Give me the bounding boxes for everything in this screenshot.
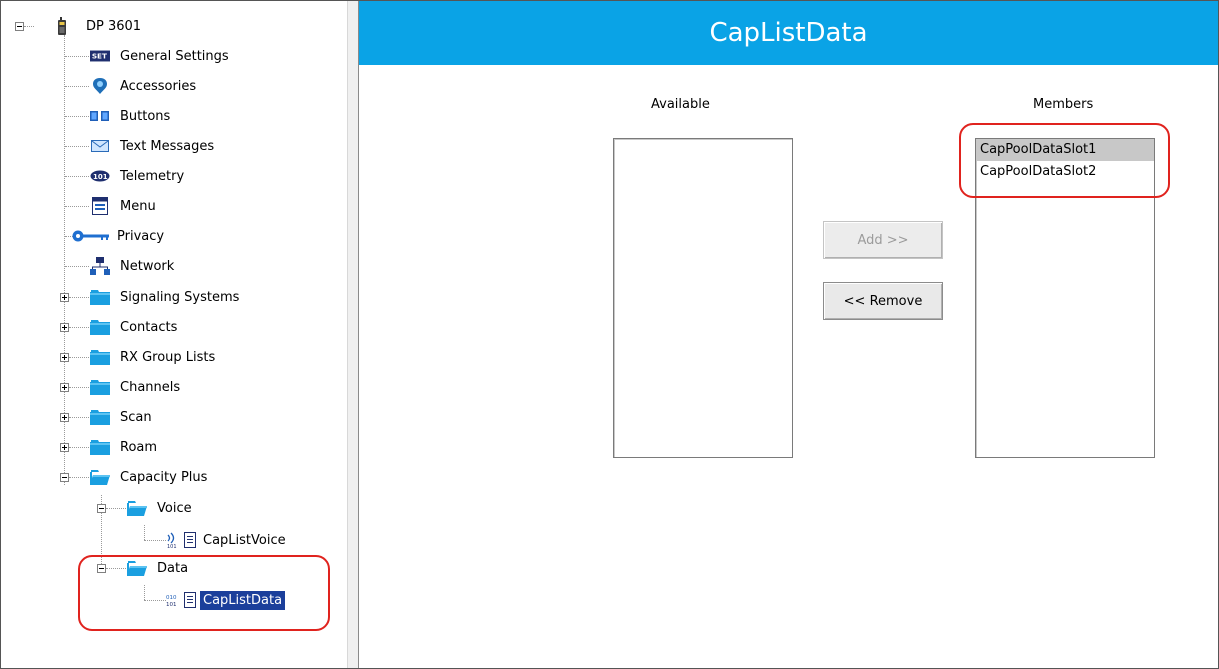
remove-button[interactable]: << Remove xyxy=(823,282,943,320)
tree-line xyxy=(69,357,89,358)
tree-item-telemetry[interactable]: 101 Telemetry xyxy=(90,165,187,187)
expand-toggle[interactable] xyxy=(60,413,69,422)
tree-line xyxy=(65,56,89,57)
folder-icon xyxy=(90,318,110,336)
svg-text:101: 101 xyxy=(93,173,108,181)
expand-toggle[interactable] xyxy=(60,293,69,302)
tree-root-dp3601[interactable]: DP 3601 xyxy=(55,15,144,37)
tree-item-label: Accessories xyxy=(120,78,197,94)
folder-icon xyxy=(90,408,110,426)
tree-item-label: General Settings xyxy=(120,48,229,64)
accessory-icon xyxy=(90,77,110,95)
tree-line xyxy=(69,417,89,418)
tree-folder-contacts[interactable]: Contacts xyxy=(90,316,180,338)
collapse-toggle[interactable] xyxy=(97,504,106,513)
tree-item-general-settings[interactable]: SET General Settings xyxy=(90,45,232,67)
members-label: Members xyxy=(1033,97,1094,112)
remove-button-label: << Remove xyxy=(843,293,923,309)
content-pane: CapListData Available Members Add >> << … xyxy=(359,1,1218,668)
set-icon: SET xyxy=(90,47,110,65)
tree-root-label: DP 3601 xyxy=(86,18,142,34)
tree-line xyxy=(144,525,145,540)
key-icon xyxy=(71,227,111,245)
tree-line xyxy=(69,477,89,478)
tree-line xyxy=(65,266,89,267)
svg-text:SET: SET xyxy=(92,52,107,61)
tree-folder-label: RX Group Lists xyxy=(120,349,216,365)
tree-item-privacy[interactable]: Privacy xyxy=(71,225,167,247)
tree-line xyxy=(69,297,89,298)
app-window: DP 3601 SET General Settings Accessories… xyxy=(0,0,1219,669)
network-icon xyxy=(90,257,110,275)
available-listbox[interactable] xyxy=(613,138,793,458)
folder-icon xyxy=(90,438,110,456)
tree-line xyxy=(65,116,89,117)
tree-item-label: Text Messages xyxy=(120,138,215,154)
tree-folder-voice[interactable]: Voice xyxy=(127,497,195,519)
available-label: Available xyxy=(651,97,710,112)
tree-line xyxy=(69,447,89,448)
highlight-ring xyxy=(78,555,330,631)
menu-icon xyxy=(90,197,110,215)
tree-item-text-messages[interactable]: Text Messages xyxy=(90,135,217,157)
open-folder-icon xyxy=(127,499,147,517)
expand-toggle[interactable] xyxy=(60,323,69,332)
tree-item-accessories[interactable]: Accessories xyxy=(90,75,199,97)
tree-folder-roam[interactable]: Roam xyxy=(90,436,160,458)
tree-item-menu[interactable]: Menu xyxy=(90,195,159,217)
tree-folder-rx-group-lists[interactable]: RX Group Lists xyxy=(90,346,218,368)
tree-folder-label: Roam xyxy=(120,439,158,455)
expand-toggle[interactable] xyxy=(60,353,69,362)
tree-folder-label: Contacts xyxy=(120,319,178,335)
expand-toggle[interactable] xyxy=(60,443,69,452)
open-folder-icon xyxy=(90,468,110,486)
tree-item-label: Buttons xyxy=(120,108,171,124)
folder-icon xyxy=(90,378,110,396)
document-icon xyxy=(183,531,197,549)
tree-line xyxy=(65,176,89,177)
tree-item-label: CapListVoice xyxy=(203,532,286,548)
highlight-ring xyxy=(959,123,1170,198)
tree-item-network[interactable]: Network xyxy=(90,255,177,277)
tree-item-label: Telemetry xyxy=(120,168,185,184)
radio-icon xyxy=(55,17,69,35)
expand-toggle[interactable] xyxy=(60,383,69,392)
tree-line xyxy=(106,508,126,509)
tree-item-buttons[interactable]: Buttons xyxy=(90,105,173,127)
tree-line xyxy=(69,327,89,328)
tree-folder-label: Signaling Systems xyxy=(120,289,240,305)
svg-text:101: 101 xyxy=(167,544,177,548)
envelope-icon xyxy=(90,137,110,155)
buttons-icon xyxy=(90,107,110,125)
folder-icon xyxy=(90,348,110,366)
tree-line xyxy=(65,86,89,87)
telemetry-icon: 101 xyxy=(90,167,110,185)
tree-line xyxy=(144,540,166,541)
pane-splitter[interactable] xyxy=(347,1,359,668)
tree-folder-label: Voice xyxy=(157,500,192,516)
tree-item-label: Privacy xyxy=(117,228,165,244)
folder-icon xyxy=(90,288,110,306)
voice-signal-icon: 101 xyxy=(166,531,180,549)
tree-folder-label: Channels xyxy=(120,379,181,395)
tree-folder-capacity-plus[interactable]: Capacity Plus xyxy=(90,466,210,488)
tree-line xyxy=(24,26,34,27)
tree-item-label: Menu xyxy=(120,198,156,214)
collapse-toggle[interactable] xyxy=(15,22,24,31)
tree-item-caplistvoice[interactable]: 101 CapListVoice xyxy=(166,529,289,551)
tree-folder-signaling-systems[interactable]: Signaling Systems xyxy=(90,286,242,308)
tree-line xyxy=(65,146,89,147)
tree-folder-label: Scan xyxy=(120,409,152,425)
tree-folder-channels[interactable]: Channels xyxy=(90,376,183,398)
tree-line xyxy=(65,206,89,207)
add-button[interactable]: Add >> xyxy=(823,221,943,259)
tree-folder-label: Capacity Plus xyxy=(120,469,208,485)
navigation-tree[interactable]: DP 3601 SET General Settings Accessories… xyxy=(1,1,347,668)
page-title: CapListData xyxy=(359,1,1218,65)
add-button-label: Add >> xyxy=(857,232,909,248)
tree-item-label: Network xyxy=(120,258,175,274)
tree-line xyxy=(69,387,89,388)
tree-folder-scan[interactable]: Scan xyxy=(90,406,155,428)
collapse-toggle[interactable] xyxy=(60,473,69,482)
